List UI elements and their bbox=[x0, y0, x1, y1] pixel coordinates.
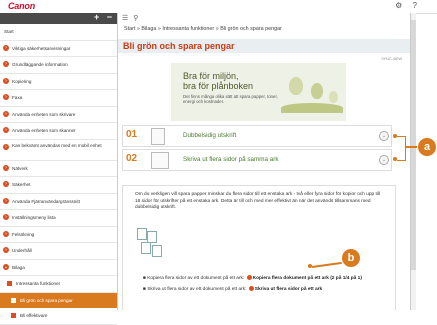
bullet-print-n-up: ■ Skriva ut flera sidor av ett dokument … bbox=[143, 286, 323, 292]
chevron-right-icon: › bbox=[3, 214, 9, 220]
sidebar-item-go-green[interactable]: Bli grön och spara pengar bbox=[0, 292, 117, 308]
callout-a-bracket bbox=[397, 136, 406, 161]
banner-subtext: Det finns många olika sätt att spara pap… bbox=[183, 94, 278, 104]
sidebar-item-remote-ui[interactable]: › Använda Fjärranvändargränssnitt bbox=[0, 194, 117, 210]
chevron-right-icon: › bbox=[3, 110, 9, 117]
gear-icon[interactable]: ⚙ bbox=[395, 1, 402, 10]
bullet-copy-n-up: ■ Kopiera flera sidor av ett dokument på… bbox=[143, 275, 362, 281]
sidebar-item-basics[interactable]: › Grundläggande information bbox=[0, 57, 117, 74]
sidebar-item-safety[interactable]: › Viktiga säkerhetsanvisningar bbox=[0, 41, 117, 57]
square-bullet-icon bbox=[11, 297, 16, 303]
banner-heading-line1: Bra för miljön, bbox=[183, 71, 239, 81]
chevron-right-icon: › bbox=[3, 143, 9, 150]
top-bar: Canon ⚙ ? bbox=[0, 0, 437, 14]
sidebar-item-settings-menu[interactable]: › Inställningsmeny lista bbox=[0, 210, 117, 227]
callout-a: a bbox=[418, 138, 436, 156]
chevron-right-icon: › bbox=[3, 164, 9, 171]
document-id: 0YUC-6EW bbox=[381, 56, 402, 61]
sidebar-item-mobile[interactable]: › Kan bekvämt användas med en mobil enhet bbox=[0, 140, 117, 161]
eco-banner: Bra för miljön, bra för plånboken Det fi… bbox=[171, 63, 346, 121]
card-number: 02 bbox=[126, 153, 138, 164]
square-bullet-icon bbox=[7, 281, 12, 286]
main-content: ☰ ⚲ Start » Bilaga » Intressanta funktio… bbox=[118, 13, 411, 310]
sidebar-nav: Start › Viktiga säkerhetsanvisningar › Gru… bbox=[0, 24, 117, 325]
sidebar-item-start[interactable]: Start bbox=[0, 24, 117, 41]
chevron-down-icon[interactable]: ⌄ bbox=[379, 155, 389, 165]
sidebar-item-security[interactable]: › Säkerhet bbox=[0, 177, 117, 194]
lightbulb-icon bbox=[289, 77, 303, 95]
document-icon bbox=[151, 128, 165, 145]
multi-page-icon bbox=[151, 152, 169, 169]
sidebar-item-copy[interactable]: › Kopiering bbox=[0, 74, 117, 90]
chevron-right-icon: › bbox=[3, 77, 9, 84]
leaves-icon bbox=[281, 103, 343, 113]
square-bullet-icon bbox=[11, 313, 16, 318]
chevron-right-icon: › bbox=[3, 247, 9, 253]
chevron-right-icon: › bbox=[3, 61, 9, 67]
sidebar: + − Start › Viktiga säkerhetsanvisningar … bbox=[0, 12, 118, 325]
sidebar-item-scanner[interactable]: › Använda enheten som skanner bbox=[0, 123, 117, 140]
chevron-down-icon: ⌄ bbox=[3, 263, 9, 270]
lightbulb-icon bbox=[311, 83, 323, 99]
top-icons: ⚙ ? bbox=[387, 1, 417, 10]
search-icon[interactable]: ⚲ bbox=[133, 15, 138, 22]
sidebar-item-fax[interactable]: › Faxa bbox=[0, 90, 117, 107]
callout-a-leader bbox=[405, 146, 417, 148]
page-title: Bli grön och spara pengar bbox=[118, 39, 410, 53]
chevron-right-icon: › bbox=[3, 94, 9, 100]
chevron-right-icon: › bbox=[3, 181, 9, 187]
help-icon[interactable]: ? bbox=[413, 1, 417, 10]
expand-all-button[interactable]: + bbox=[94, 12, 99, 22]
card-label: Skriva ut flera sidor på samma ark bbox=[183, 156, 279, 163]
chevron-right-icon: › bbox=[3, 44, 9, 51]
content-section: Om du verkligen vill spara papper minska… bbox=[122, 185, 396, 310]
lightbulb-icon bbox=[329, 91, 338, 103]
chevron-right-icon: › bbox=[3, 197, 9, 204]
n-up-diagram-icon bbox=[137, 228, 165, 260]
sidebar-item-printer[interactable]: › Använda enheten som skrivare bbox=[0, 107, 117, 123]
callout-b: b bbox=[342, 249, 360, 267]
section-paragraph: Om du verkligen vill spara papper minska… bbox=[135, 192, 381, 210]
card-number: 01 bbox=[126, 129, 138, 140]
feature-card-n-up[interactable]: 02 Skriva ut flera sidor på samma ark ⌄ bbox=[122, 149, 392, 171]
sidebar-header: + − bbox=[0, 12, 117, 24]
chevron-right-icon: › bbox=[3, 230, 9, 237]
link-arrow-icon bbox=[246, 275, 252, 280]
sidebar-item-efficiency[interactable]: Bli effektivare bbox=[0, 308, 117, 325]
sidebar-item-interesting-functions[interactable]: Intressanta funktioner bbox=[0, 276, 117, 293]
chevron-down-icon[interactable]: ⌄ bbox=[379, 131, 389, 141]
banner-heading-line2: bra för plånboken bbox=[183, 81, 254, 91]
link-copy-n-up[interactable]: Kopiera flera dokument på ett ark (2 på … bbox=[253, 276, 362, 281]
breadcrumb[interactable]: Start » Bilaga » Intressanta funktioner … bbox=[124, 26, 282, 32]
content-toolbar: ☰ ⚲ bbox=[122, 14, 138, 22]
card-label: Dubbelsidig utskrift bbox=[183, 132, 237, 139]
link-arrow-icon bbox=[248, 286, 254, 291]
sidebar-item-appendix[interactable]: ⌄ Bilaga bbox=[0, 260, 117, 276]
sidebar-item-troubleshooting[interactable]: › Felsökning bbox=[0, 227, 117, 243]
sidebar-item-maintenance[interactable]: › Underhåll bbox=[0, 243, 117, 260]
chevron-right-icon: › bbox=[3, 127, 9, 133]
sidebar-item-network[interactable]: › Nätverk bbox=[0, 161, 117, 177]
collapse-all-button[interactable]: − bbox=[107, 12, 112, 22]
menu-icon[interactable]: ☰ bbox=[122, 15, 128, 22]
canon-logo: Canon bbox=[8, 1, 35, 11]
feature-card-duplex[interactable]: 01 Dubbelsidig utskrift ⌄ bbox=[122, 125, 392, 147]
link-print-n-up[interactable]: Skriva ut flera sidor på ett ark bbox=[255, 287, 322, 292]
main-scroll-thumb[interactable] bbox=[411, 20, 416, 270]
